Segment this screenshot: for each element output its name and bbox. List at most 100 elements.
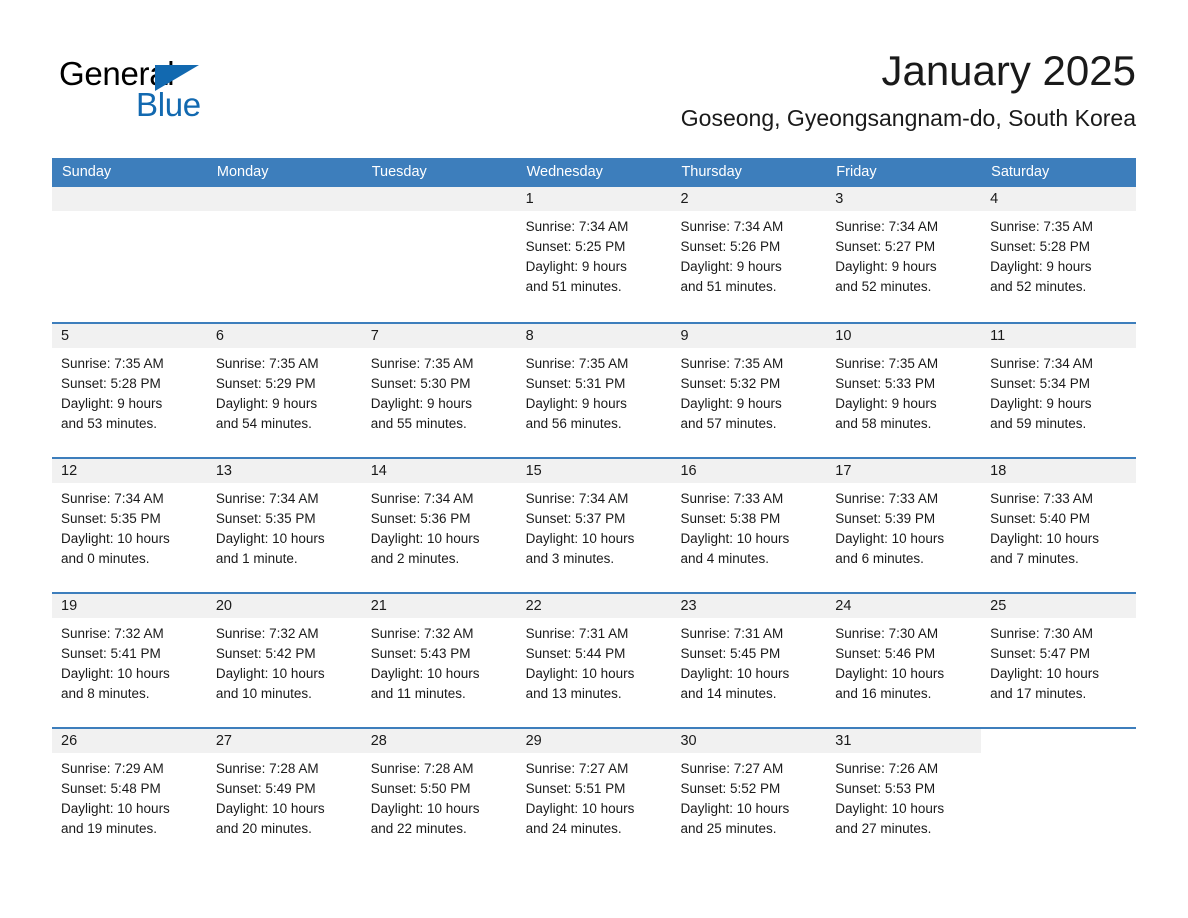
calendar-day-cell[interactable]: 25 Sunrise: 7:30 AM Sunset: 5:47 PM Dayligh… <box>981 594 1137 727</box>
daylight-text-line2: and 4 minutes. <box>680 551 769 566</box>
calendar-day-cell-empty <box>361 187 517 322</box>
sunrise-text: Sunrise: 7:28 AM <box>370 761 474 776</box>
calendar-page: General Blue January 2025 Goseong, Gyeon… <box>0 0 1188 918</box>
daylight-text-line1: Daylight: 9 hours <box>835 259 937 274</box>
sunrise-text: Sunrise: 7:35 AM <box>990 219 1093 234</box>
sunrise-text: Sunrise: 7:34 AM <box>61 491 164 506</box>
calendar-day-cell[interactable]: 15 Sunrise: 7:34 AM Sunset: 5:37 PM Dayligh… <box>516 459 672 592</box>
day-details: Sunrise: 7:35 AM Sunset: 5:28 PM Daylight:… <box>981 211 1136 297</box>
day-details: Sunrise: 7:32 AM Sunset: 5:43 PM Daylight:… <box>362 618 517 704</box>
day-number: 2 <box>671 187 827 211</box>
calendar-day-cell[interactable]: 14 Sunrise: 7:34 AM Sunset: 5:36 PM Dayligh… <box>361 459 517 592</box>
sunrise-text: Sunrise: 7:27 AM <box>680 761 784 776</box>
calendar-day-cell[interactable]: 11 Sunrise: 7:34 AM Sunset: 5:34 PM Dayligh… <box>981 324 1137 457</box>
daylight-text-line1: Daylight: 10 hours <box>215 801 325 816</box>
sunrise-text: Sunrise: 7:34 AM <box>370 491 474 506</box>
sunset-text: Sunset: 5:38 PM <box>680 511 781 526</box>
calendar-day-cell[interactable]: 19 Sunrise: 7:32 AM Sunset: 5:41 PM Dayligh… <box>52 594 207 727</box>
sunset-text: Sunset: 5:41 PM <box>61 646 161 661</box>
day-number: 8 <box>516 324 672 348</box>
calendar-day-cell[interactable]: 18 Sunrise: 7:33 AM Sunset: 5:40 PM Dayligh… <box>981 459 1137 592</box>
daylight-text-line1: Daylight: 10 hours <box>680 531 790 546</box>
day-details: Sunrise: 7:31 AM Sunset: 5:45 PM Daylight:… <box>671 618 826 704</box>
sunset-text: Sunset: 5:25 PM <box>525 239 626 254</box>
daylight-text-line1: Daylight: 10 hours <box>370 801 480 816</box>
daylight-text-line2: and 3 minutes. <box>525 551 615 566</box>
daylight-text-line1: Daylight: 10 hours <box>525 666 635 681</box>
sunrise-text: Sunrise: 7:31 AM <box>525 626 629 641</box>
day-details: Sunrise: 7:33 AM Sunset: 5:40 PM Daylight:… <box>981 483 1136 569</box>
calendar-day-cell[interactable]: 31 Sunrise: 7:26 AM Sunset: 5:53 PM Dayligh… <box>826 729 982 862</box>
sunset-text: Sunset: 5:53 PM <box>835 781 936 796</box>
day-details: Sunrise: 7:35 AM Sunset: 5:32 PM Daylight:… <box>671 348 826 434</box>
calendar-day-cell[interactable]: 22 Sunrise: 7:31 AM Sunset: 5:44 PM Dayligh… <box>516 594 672 727</box>
calendar-day-cell[interactable]: 12 Sunrise: 7:34 AM Sunset: 5:35 PM Dayligh… <box>52 459 207 592</box>
day-details: Sunrise: 7:29 AM Sunset: 5:48 PM Daylight:… <box>52 753 207 839</box>
calendar-day-cell[interactable]: 24 Sunrise: 7:30 AM Sunset: 5:46 PM Dayligh… <box>826 594 982 727</box>
calendar-day-cell[interactable]: 4 Sunrise: 7:35 AM Sunset: 5:28 PM Daylight… <box>981 187 1137 322</box>
sunrise-text: Sunrise: 7:27 AM <box>525 761 629 776</box>
day-details: Sunrise: 7:34 AM Sunset: 5:35 PM Daylight:… <box>207 483 362 569</box>
calendar-day-cell-empty <box>52 187 207 322</box>
sunset-text: Sunset: 5:35 PM <box>61 511 161 526</box>
day-details: Sunrise: 7:28 AM Sunset: 5:50 PM Daylight:… <box>362 753 517 839</box>
day-details: Sunrise: 7:32 AM Sunset: 5:42 PM Daylight:… <box>207 618 362 704</box>
day-details: Sunrise: 7:34 AM Sunset: 5:25 PM Daylight:… <box>517 211 672 297</box>
calendar-day-cell[interactable]: 27 Sunrise: 7:28 AM Sunset: 5:49 PM Dayligh… <box>206 729 362 862</box>
daylight-text-line1: Daylight: 10 hours <box>835 666 945 681</box>
daylight-text-line2: and 58 minutes. <box>835 416 932 431</box>
day-details: Sunrise: 7:34 AM Sunset: 5:26 PM Daylight:… <box>671 211 826 297</box>
day-details: Sunrise: 7:28 AM Sunset: 5:49 PM Daylight:… <box>207 753 362 839</box>
daylight-text-line2: and 55 minutes. <box>370 416 467 431</box>
calendar-day-cell[interactable]: 20 Sunrise: 7:32 AM Sunset: 5:42 PM Dayligh… <box>206 594 362 727</box>
calendar-week-row: 26 Sunrise: 7:29 AM Sunset: 5:48 PM Dayligh… <box>52 727 1137 862</box>
day-details: Sunrise: 7:35 AM Sunset: 5:33 PM Daylight:… <box>826 348 981 434</box>
calendar-day-cell[interactable]: 10 Sunrise: 7:35 AM Sunset: 5:33 PM Dayligh… <box>826 324 982 457</box>
location-subtitle: Goseong, Gyeongsangnam-do, South Korea <box>680 105 1136 131</box>
calendar-day-cell[interactable]: 28 Sunrise: 7:28 AM Sunset: 5:50 PM Dayligh… <box>361 729 517 862</box>
calendar-day-cell[interactable]: 1 Sunrise: 7:34 AM Sunset: 5:25 PM Daylight… <box>516 187 672 322</box>
daylight-text-line1: Daylight: 9 hours <box>370 396 473 411</box>
calendar-day-cell[interactable]: 5 Sunrise: 7:35 AM Sunset: 5:28 PM Daylight… <box>52 324 207 457</box>
calendar-day-cell[interactable]: 26 Sunrise: 7:29 AM Sunset: 5:48 PM Dayligh… <box>52 729 207 862</box>
day-number: 31 <box>826 729 982 753</box>
sunrise-text: Sunrise: 7:34 AM <box>215 491 319 506</box>
calendar-week-row: 1 Sunrise: 7:34 AM Sunset: 5:25 PM Daylight… <box>52 187 1137 322</box>
weekday-header-wednesday: Wednesday <box>526 164 603 180</box>
weekday-header-tuesday: Tuesday <box>371 164 427 180</box>
calendar-day-cell[interactable]: 30 Sunrise: 7:27 AM Sunset: 5:52 PM Dayligh… <box>671 729 827 862</box>
calendar-day-cell[interactable]: 29 Sunrise: 7:27 AM Sunset: 5:51 PM Dayligh… <box>516 729 672 862</box>
calendar-day-cell[interactable]: 8 Sunrise: 7:35 AM Sunset: 5:31 PM Daylight… <box>516 324 672 457</box>
calendar-day-cell[interactable]: 13 Sunrise: 7:34 AM Sunset: 5:35 PM Dayligh… <box>206 459 362 592</box>
calendar-week-row: 5 Sunrise: 7:35 AM Sunset: 5:28 PM Daylight… <box>52 322 1137 457</box>
calendar-day-cell[interactable]: 3 Sunrise: 7:34 AM Sunset: 5:27 PM Daylight… <box>826 187 982 322</box>
daylight-text-line2: and 19 minutes. <box>61 821 158 836</box>
calendar-day-cell[interactable]: 16 Sunrise: 7:33 AM Sunset: 5:38 PM Dayligh… <box>671 459 827 592</box>
daylight-text-line2: and 16 minutes. <box>835 686 932 701</box>
sunrise-text: Sunrise: 7:35 AM <box>61 356 164 371</box>
general-blue-logo[interactable]: General Blue <box>59 55 219 123</box>
calendar-day-cell[interactable]: 6 Sunrise: 7:35 AM Sunset: 5:29 PM Daylight… <box>206 324 362 457</box>
daylight-text-line1: Daylight: 10 hours <box>370 666 480 681</box>
day-number: 20 <box>206 594 362 618</box>
calendar-day-cell[interactable]: 9 Sunrise: 7:35 AM Sunset: 5:32 PM Daylight… <box>671 324 827 457</box>
daylight-text-line1: Daylight: 10 hours <box>525 531 635 546</box>
calendar-day-cell[interactable]: 7 Sunrise: 7:35 AM Sunset: 5:30 PM Daylight… <box>361 324 517 457</box>
weekday-header-monday: Monday <box>216 164 269 180</box>
calendar-day-cell[interactable]: 23 Sunrise: 7:31 AM Sunset: 5:45 PM Dayligh… <box>671 594 827 727</box>
day-number: 4 <box>981 187 1137 211</box>
day-number: 19 <box>52 594 207 618</box>
calendar-day-cell[interactable]: 21 Sunrise: 7:32 AM Sunset: 5:43 PM Dayligh… <box>361 594 517 727</box>
calendar-day-cell[interactable]: 17 Sunrise: 7:33 AM Sunset: 5:39 PM Dayligh… <box>826 459 982 592</box>
daylight-text-line1: Daylight: 10 hours <box>61 531 170 546</box>
weekday-header-sunday: Sunday <box>62 164 112 180</box>
daylight-text-line2: and 52 minutes. <box>835 279 932 294</box>
daylight-text-line2: and 54 minutes. <box>215 416 312 431</box>
daylight-text-line2: and 22 minutes. <box>370 821 467 836</box>
calendar-day-cell[interactable]: 2 Sunrise: 7:34 AM Sunset: 5:26 PM Daylight… <box>671 187 827 322</box>
day-details: Sunrise: 7:34 AM Sunset: 5:35 PM Daylight:… <box>52 483 207 569</box>
daylight-text-line1: Daylight: 9 hours <box>835 396 937 411</box>
sunrise-text: Sunrise: 7:31 AM <box>680 626 784 641</box>
day-number: 24 <box>826 594 982 618</box>
daylight-text-line2: and 2 minutes. <box>370 551 460 566</box>
